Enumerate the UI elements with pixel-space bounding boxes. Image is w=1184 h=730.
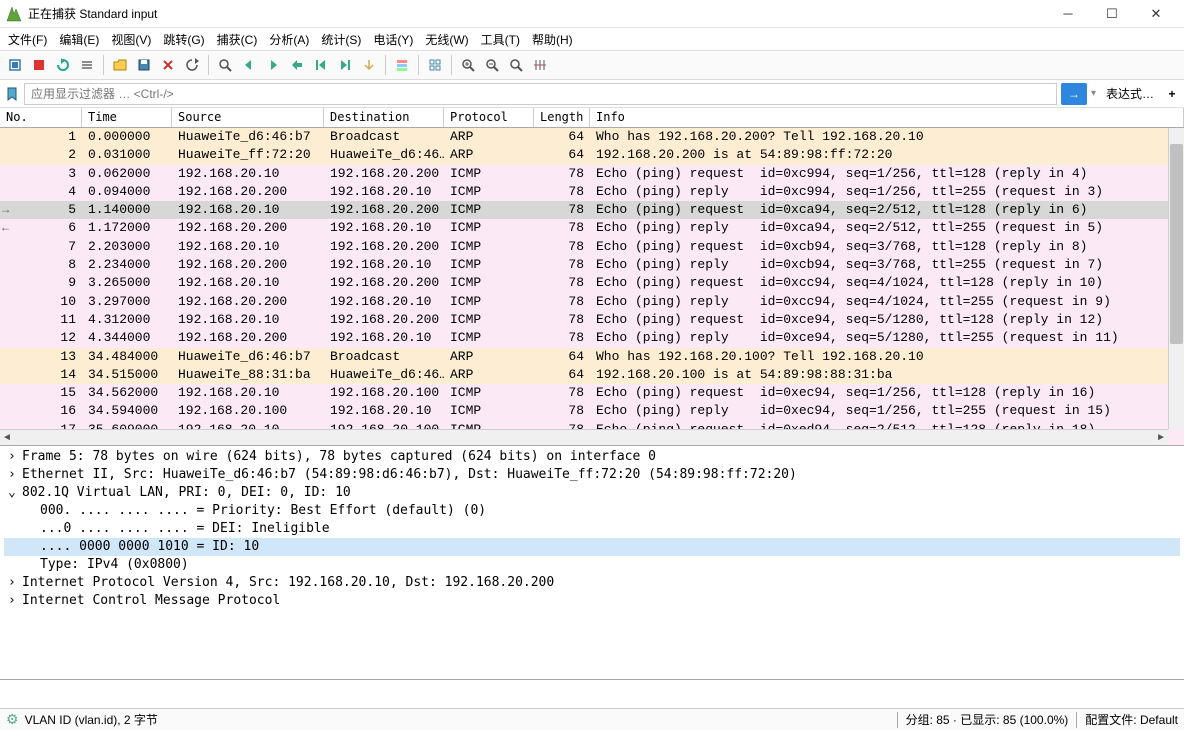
- status-profile[interactable]: 配置文件: Default: [1085, 711, 1178, 728]
- last-icon[interactable]: [334, 54, 356, 76]
- packet-row[interactable]: 30.062000192.168.20.10192.168.20.200ICMP…: [0, 165, 1184, 183]
- next-icon[interactable]: [262, 54, 284, 76]
- first-icon[interactable]: [310, 54, 332, 76]
- filter-bar: → ▾ 表达式… +: [0, 80, 1184, 108]
- packet-row[interactable]: 1534.562000192.168.20.10192.168.20.100IC…: [0, 384, 1184, 402]
- menu-item[interactable]: 捕获(C): [217, 31, 258, 48]
- close-file-icon[interactable]: [157, 54, 179, 76]
- packet-row[interactable]: 20.031000HuaweiTe_ff:72:20HuaweiTe_d6:46…: [0, 146, 1184, 164]
- expression-button[interactable]: 表达式…: [1100, 85, 1160, 102]
- open-file-icon[interactable]: [109, 54, 131, 76]
- close-button[interactable]: ✕: [1134, 0, 1178, 28]
- detail-line[interactable]: Ethernet II, Src: HuaweiTe_d6:46:b7 (54:…: [4, 466, 1180, 484]
- packet-row[interactable]: 114.312000192.168.20.10192.168.20.200ICM…: [0, 311, 1184, 329]
- packet-row[interactable]: 1634.594000192.168.20.100192.168.20.10IC…: [0, 402, 1184, 420]
- packet-row[interactable]: 82.234000192.168.20.200192.168.20.10ICMP…: [0, 256, 1184, 274]
- packet-row[interactable]: 10.000000HuaweiTe_d6:46:b7BroadcastARP64…: [0, 128, 1184, 146]
- menu-item[interactable]: 电话(Y): [373, 31, 413, 48]
- zoom-in-icon[interactable]: [457, 54, 479, 76]
- detail-line[interactable]: Frame 5: 78 bytes on wire (624 bits), 78…: [4, 448, 1180, 466]
- restart-capture-icon[interactable]: [52, 54, 74, 76]
- display-filter-input[interactable]: [24, 83, 1057, 105]
- col-time[interactable]: Time: [82, 108, 172, 127]
- expert-info-icon[interactable]: ⚙: [6, 711, 19, 728]
- detail-line[interactable]: .... 0000 0000 1010 = ID: 10: [4, 538, 1180, 556]
- menu-item[interactable]: 工具(T): [481, 31, 520, 48]
- interfaces-icon[interactable]: [4, 54, 26, 76]
- status-packets: 分组: 85 · 已显示: 85 (100.0%): [906, 711, 1069, 728]
- bookmark-icon[interactable]: [4, 87, 20, 101]
- stop-capture-icon[interactable]: [28, 54, 50, 76]
- menu-item[interactable]: 跳转(G): [163, 31, 204, 48]
- app-icon: [6, 6, 22, 22]
- packet-row[interactable]: 103.297000192.168.20.200192.168.20.10ICM…: [0, 293, 1184, 311]
- toolbar: [0, 50, 1184, 80]
- packet-list-header[interactable]: No. Time Source Destination Protocol Len…: [0, 108, 1184, 128]
- autoscroll-icon[interactable]: [358, 54, 380, 76]
- save-icon[interactable]: [133, 54, 155, 76]
- resize-columns-icon[interactable]: [529, 54, 551, 76]
- titlebar: 正在捕获 Standard input ─ ☐ ✕: [0, 0, 1184, 28]
- col-no[interactable]: No.: [0, 108, 82, 127]
- reload-icon[interactable]: [181, 54, 203, 76]
- col-destination[interactable]: Destination: [324, 108, 444, 127]
- menu-item[interactable]: 无线(W): [425, 31, 468, 48]
- menu-item[interactable]: 文件(F): [8, 31, 47, 48]
- packet-row[interactable]: 1334.484000HuaweiTe_d6:46:b7BroadcastARP…: [0, 348, 1184, 366]
- options-icon[interactable]: [76, 54, 98, 76]
- packet-row[interactable]: 124.344000192.168.20.200192.168.20.10ICM…: [0, 329, 1184, 347]
- window-title: 正在捕获 Standard input: [28, 5, 1046, 22]
- zoom-reset-icon[interactable]: [505, 54, 527, 76]
- packet-details-pane[interactable]: Frame 5: 78 bytes on wire (624 bits), 78…: [0, 446, 1184, 680]
- detail-line[interactable]: Internet Protocol Version 4, Src: 192.16…: [4, 574, 1180, 592]
- col-length[interactable]: Length: [534, 108, 590, 127]
- jump-icon[interactable]: [286, 54, 308, 76]
- menu-item[interactable]: 视图(V): [111, 31, 151, 48]
- packet-rows: 10.000000HuaweiTe_d6:46:b7BroadcastARP64…: [0, 128, 1184, 445]
- detail-line[interactable]: Type: IPv4 (0x0800): [4, 556, 1180, 574]
- col-info[interactable]: Info: [590, 108, 1184, 127]
- packet-row[interactable]: 93.265000192.168.20.10192.168.20.200ICMP…: [0, 274, 1184, 292]
- col-source[interactable]: Source: [172, 108, 324, 127]
- detail-line[interactable]: ...0 .... .... .... = DEI: Ineligible: [4, 520, 1180, 538]
- colorize-icon[interactable]: [391, 54, 413, 76]
- minimize-button[interactable]: ─: [1046, 0, 1090, 28]
- prev-icon[interactable]: [238, 54, 260, 76]
- maximize-button[interactable]: ☐: [1090, 0, 1134, 28]
- packet-row[interactable]: 40.094000192.168.20.200192.168.20.10ICMP…: [0, 183, 1184, 201]
- packet-row[interactable]: →51.140000192.168.20.10192.168.20.200ICM…: [0, 201, 1184, 219]
- packet-row[interactable]: 1434.515000HuaweiTe_88:31:baHuaweiTe_d6:…: [0, 366, 1184, 384]
- packet-row[interactable]: ←61.172000192.168.20.200192.168.20.10ICM…: [0, 219, 1184, 237]
- enlarge-icon[interactable]: [424, 54, 446, 76]
- status-field: VLAN ID (vlan.id), 2 字节: [25, 711, 158, 728]
- col-protocol[interactable]: Protocol: [444, 108, 534, 127]
- find-icon[interactable]: [214, 54, 236, 76]
- horizontal-scrollbar[interactable]: ◄►: [0, 429, 1168, 445]
- vertical-scrollbar[interactable]: [1168, 128, 1184, 429]
- detail-line[interactable]: 802.1Q Virtual LAN, PRI: 0, DEI: 0, ID: …: [4, 484, 1180, 502]
- packet-row[interactable]: 72.203000192.168.20.10192.168.20.200ICMP…: [0, 238, 1184, 256]
- detail-line[interactable]: Internet Control Message Protocol: [4, 592, 1180, 610]
- packet-list-pane: No. Time Source Destination Protocol Len…: [0, 108, 1184, 446]
- menu-item[interactable]: 分析(A): [269, 31, 309, 48]
- menubar: 文件(F) 编辑(E) 视图(V) 跳转(G) 捕获(C) 分析(A) 统计(S) 电话(Y)…: [0, 28, 1184, 50]
- menu-item[interactable]: 统计(S): [321, 31, 361, 48]
- add-filter-button[interactable]: +: [1164, 87, 1180, 101]
- statusbar: ⚙ VLAN ID (vlan.id), 2 字节 分组: 85 · 已显示: …: [0, 708, 1184, 730]
- menu-item[interactable]: 编辑(E): [59, 31, 99, 48]
- menu-item[interactable]: 帮助(H): [532, 31, 573, 48]
- apply-filter-button[interactable]: →: [1061, 83, 1087, 105]
- zoom-out-icon[interactable]: [481, 54, 503, 76]
- detail-line[interactable]: 000. .... .... .... = Priority: Best Eff…: [4, 502, 1180, 520]
